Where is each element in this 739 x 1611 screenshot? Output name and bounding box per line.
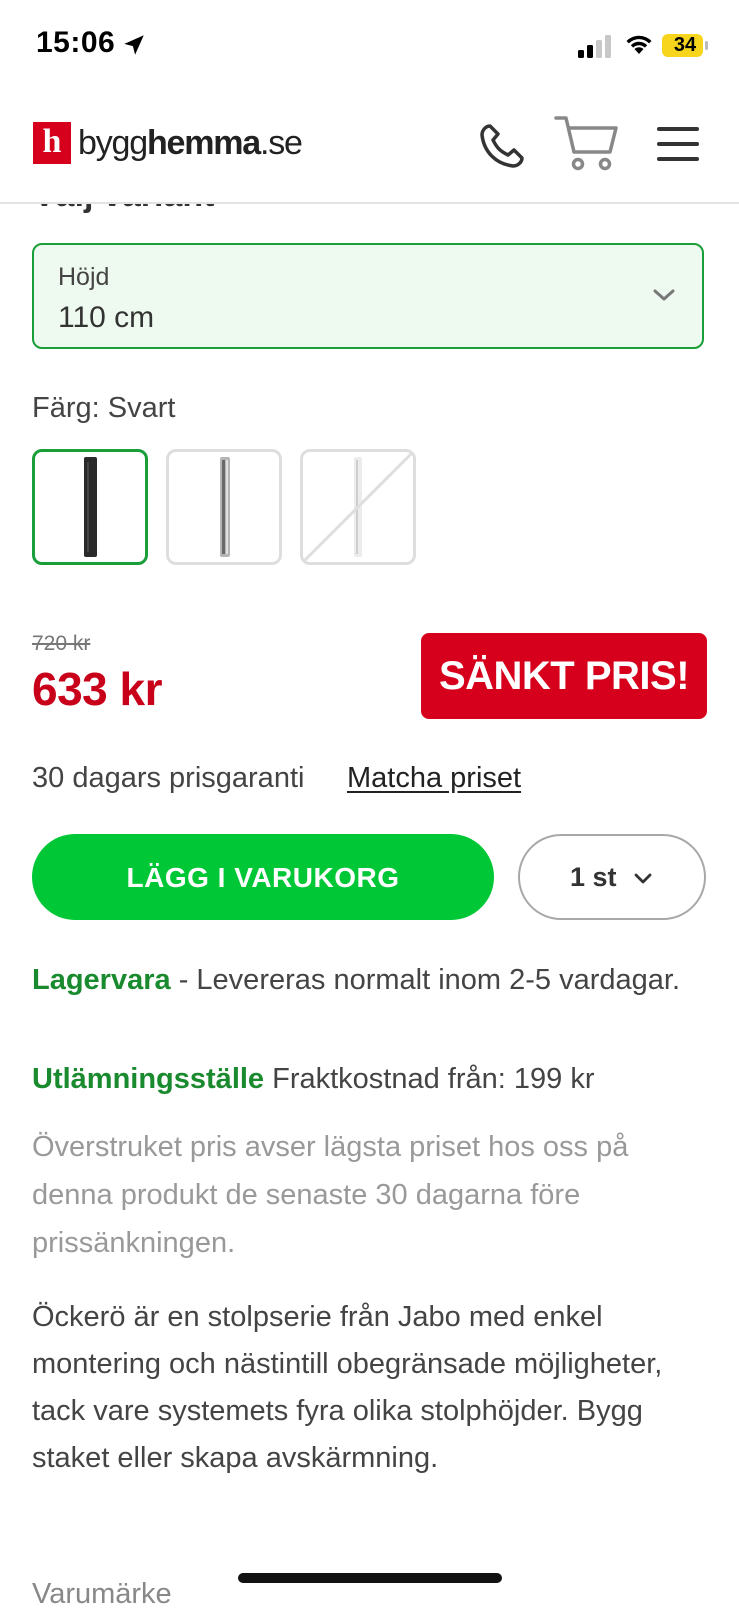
home-indicator bbox=[238, 1573, 502, 1583]
add-to-cart-button[interactable]: LÄGG I VARUKORG bbox=[32, 834, 494, 920]
site-header: h bygghemma.se bbox=[0, 90, 739, 204]
chevron-down-icon bbox=[634, 873, 652, 884]
logo-mark[interactable]: h bbox=[33, 122, 71, 164]
quantity-select[interactable]: 1 st bbox=[518, 834, 706, 920]
current-price: 633 kr bbox=[32, 663, 163, 715]
pickup-info: Utlämningsställe Fraktkostnad från: 199 … bbox=[32, 1055, 712, 1103]
galvanized-post-image bbox=[220, 457, 230, 557]
product-description: Öckerö är en stolpserie från Jabo med en… bbox=[32, 1301, 663, 1474]
status-time: 15:06 bbox=[36, 26, 116, 59]
logo-text-light: bygg bbox=[78, 124, 148, 162]
match-price-link[interactable]: Matcha priset bbox=[347, 762, 521, 795]
black-post-image bbox=[84, 457, 97, 557]
cart-icon[interactable] bbox=[554, 112, 620, 174]
color-label: Färg: Svart bbox=[32, 392, 176, 424]
stock-status-label: Lagervara bbox=[32, 964, 171, 996]
logo-text-bold: hemma bbox=[146, 124, 261, 162]
height-select[interactable]: Höjd 110 cm bbox=[32, 243, 704, 349]
menu-icon[interactable] bbox=[655, 124, 701, 164]
price-disclaimer: Överstruket pris avser lägsta priset hos… bbox=[32, 1131, 629, 1259]
chevron-down-icon bbox=[653, 289, 675, 301]
wifi-icon bbox=[626, 35, 652, 54]
brand-heading: Varumärke bbox=[32, 1578, 172, 1610]
price-drop-badge: SÄNKT PRIS! bbox=[421, 633, 707, 719]
height-select-label: Höjd bbox=[58, 263, 110, 291]
battery-level: 34 bbox=[673, 34, 697, 56]
swatch-black[interactable] bbox=[32, 449, 148, 565]
logo-text[interactable]: bygghemma.se bbox=[78, 124, 303, 163]
signal-icon bbox=[578, 35, 611, 58]
stock-status: Lagervara - Levereras normalt inom 2-5 v… bbox=[32, 956, 692, 1004]
pickup-text: Fraktkostnad från: 199 kr bbox=[264, 1063, 595, 1095]
swatch-white-unavailable[interactable] bbox=[300, 449, 416, 565]
height-select-value: 110 cm bbox=[58, 301, 155, 334]
pickup-label: Utlämningsställe bbox=[32, 1063, 265, 1095]
old-price: 720 kr bbox=[32, 632, 91, 655]
white-post-image bbox=[303, 452, 413, 562]
location-arrow-icon bbox=[124, 35, 144, 55]
status-bar: 15:06 34 bbox=[0, 0, 739, 90]
swatch-galvanized[interactable] bbox=[166, 449, 282, 565]
stock-status-text: - Levereras normalt inom 2-5 vardagar. bbox=[170, 964, 680, 996]
quantity-value: 1 st bbox=[570, 862, 617, 892]
price-guarantee: 30 dagars prisgaranti bbox=[32, 762, 305, 794]
logo-text-suffix: .se bbox=[260, 124, 303, 162]
phone-icon[interactable] bbox=[476, 120, 528, 172]
